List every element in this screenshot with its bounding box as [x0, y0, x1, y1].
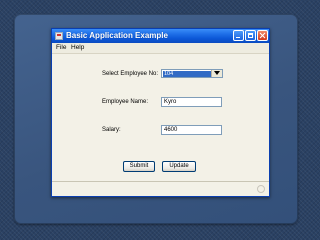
title-bar[interactable]: Basic Application Example: [52, 29, 269, 43]
salary-label: Salary:: [102, 127, 121, 133]
employee-name-field[interactable]: Kyro: [161, 97, 222, 107]
menu-help[interactable]: Help: [71, 43, 84, 53]
menu-file[interactable]: File: [56, 43, 66, 53]
chevron-down-icon: [214, 71, 220, 75]
resize-grip-icon[interactable]: [257, 185, 265, 193]
minimize-button[interactable]: [233, 30, 244, 41]
status-bar: [52, 181, 269, 196]
salary-field[interactable]: 4600: [161, 125, 222, 135]
close-button[interactable]: [257, 30, 268, 41]
employee-no-select[interactable]: 104: [161, 69, 223, 78]
submit-button[interactable]: Submit: [123, 161, 155, 172]
update-button[interactable]: Update: [162, 161, 196, 172]
employee-name-label: Employee Name:: [102, 99, 149, 105]
menu-bar: File Help: [52, 43, 269, 54]
maximize-button[interactable]: [245, 30, 256, 41]
window-title: Basic Application Example: [66, 31, 168, 40]
employee-no-label: Select Employee No:: [102, 71, 159, 77]
form-panel: Select Employee No: 104 Employee Name: K…: [52, 54, 269, 196]
application-window: Basic Application Example File Help Sele…: [51, 28, 270, 197]
dropdown-arrow-button[interactable]: [211, 70, 222, 77]
java-app-icon: [55, 32, 63, 40]
employee-no-value: 104: [163, 71, 211, 77]
